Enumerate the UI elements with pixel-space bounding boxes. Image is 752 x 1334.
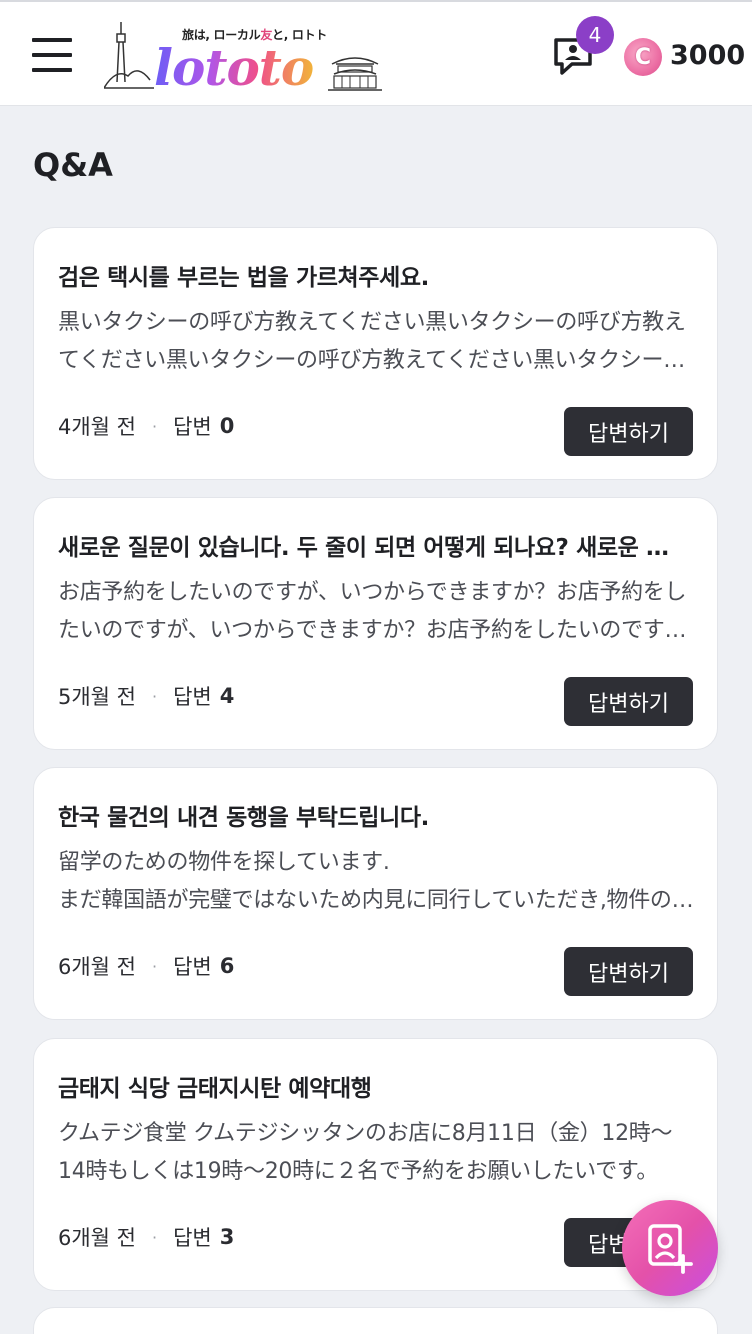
question-meta: 6개월 전 · 답변 3 — [58, 1222, 234, 1252]
answer-label: 답변 — [173, 685, 212, 709]
answer-button[interactable]: 답변하기 — [564, 677, 693, 726]
meta-separator: · — [152, 686, 158, 706]
lototo-logo[interactable]: 旅は, ローカル友と, ロトト lototo — [104, 20, 384, 96]
question-meta: 4개월 전 · 답변 0 — [58, 411, 234, 441]
question-card-partial[interactable] — [33, 1307, 718, 1334]
question-card[interactable]: 한국 물건의 내견 동행을 부탁드립니다. 留学のための物件を探しています. ま… — [33, 767, 718, 1020]
add-question-icon — [648, 1224, 693, 1274]
question-title: 금태지 식당 금태지시탄 예약대행 — [58, 1076, 372, 1102]
chat-notification-badge: 4 — [576, 16, 614, 54]
question-title: 검은 택시를 부르는 법을 가르쳐주세요. — [58, 265, 429, 291]
answer-label: 답변 — [173, 415, 212, 439]
hamburger-menu-icon[interactable] — [32, 38, 72, 72]
question-meta: 6개월 전 · 답변 6 — [58, 951, 234, 981]
question-body: クムテジ食堂 クムテジシッタンのお店に8月11日（金）12時～14時もしくは19… — [58, 1121, 673, 1184]
question-body: 黒いタクシーの呼び方教えてください黒いタクシーの呼び方教えてください黒いタクシー… — [58, 310, 686, 373]
answer-count: 4 — [219, 684, 235, 708]
question-meta: 5개월 전 · 답변 4 — [58, 681, 234, 711]
top-app-bar: 旅は, ローカル友と, ロトト lototo 4 C 3000 — [0, 0, 752, 106]
logo-wordmark: lototo — [154, 38, 314, 97]
coin-icon: C — [624, 38, 662, 76]
question-time: 6개월 전 — [58, 1226, 136, 1250]
question-time: 5개월 전 — [58, 685, 136, 709]
add-question-fab[interactable] — [622, 1200, 718, 1296]
palace-gate-icon — [328, 57, 382, 91]
question-card[interactable]: 검은 택시를 부르는 법을 가르쳐주세요. 黒いタクシーの呼び方教えてください黒… — [33, 227, 718, 480]
answer-label: 답변 — [173, 955, 212, 979]
coin-balance: 3000 — [670, 40, 746, 71]
question-card[interactable]: 금태지 식당 금태지시탄 예약대행 クムテジ食堂 クムテジシッタンのお店に8月1… — [33, 1038, 718, 1291]
meta-separator: · — [152, 956, 158, 976]
meta-separator: · — [152, 1227, 158, 1247]
answer-count: 6 — [219, 954, 235, 978]
question-body: お店予約をしたいのですが、いつからできますか？お店予約をしたいのですが、いつから… — [58, 580, 687, 643]
meta-separator: · — [152, 416, 158, 436]
answer-button[interactable]: 답변하기 — [564, 947, 693, 996]
question-time: 6개월 전 — [58, 955, 136, 979]
answer-button[interactable]: 답변하기 — [564, 407, 693, 456]
answer-label: 답변 — [173, 1226, 212, 1250]
question-title: 새로운 질문이 있습니다. 두 줄이 되면 어떻게 되나요? 새로운 질문이 있… — [58, 535, 678, 561]
answer-count: 0 — [219, 414, 235, 438]
question-body: 留学のための物件を探しています. まだ韓国語が完璧ではないため内見に同行していた… — [58, 850, 694, 913]
question-card[interactable]: 새로운 질문이 있습니다. 두 줄이 되면 어떻게 되나요? 새로운 질문이 있… — [33, 497, 718, 750]
question-title: 한국 물건의 내견 동행을 부탁드립니다. — [58, 805, 429, 831]
page-title: Q&A — [33, 146, 113, 184]
question-time: 4개월 전 — [58, 415, 136, 439]
answer-count: 3 — [219, 1225, 235, 1249]
